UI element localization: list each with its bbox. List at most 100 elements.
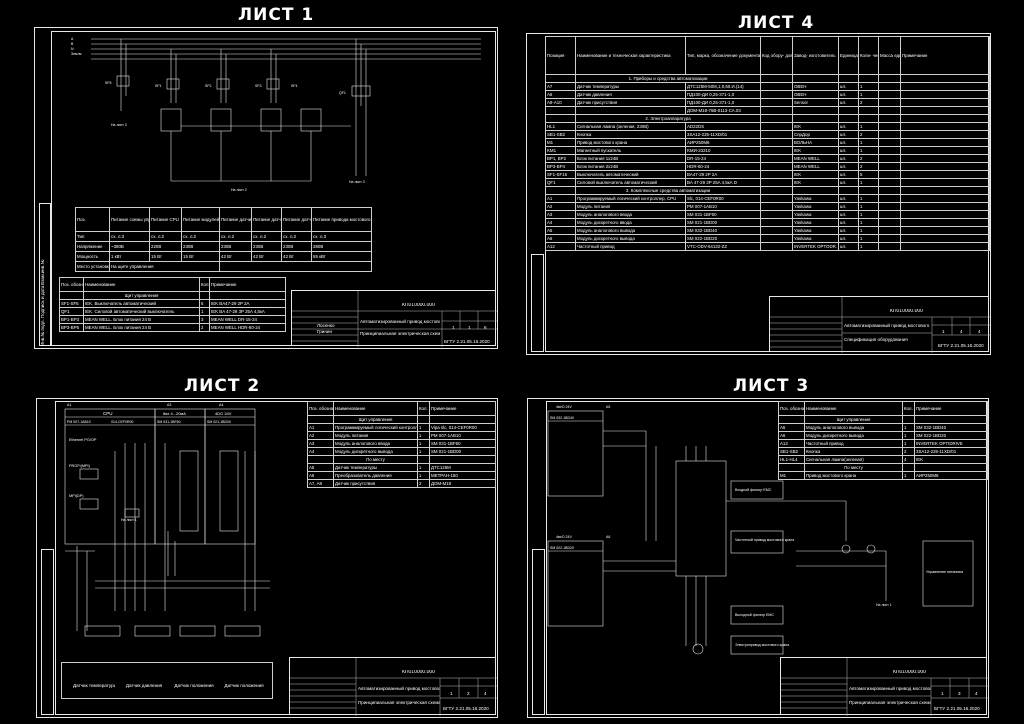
spec-cell: A2 [307,431,334,440]
equip-cell: A6 [545,90,576,99]
equip-cell: A4 [545,218,576,227]
power-table-cell: сх. л.3 [311,231,372,242]
equip-cell: шт. [838,218,859,227]
note-to-sheet1: На лист 1 [876,603,892,607]
spec-cell: QF1 [59,307,84,316]
equip-cell: Частотный привод [575,242,686,251]
equip-cell: A12 [545,242,576,251]
equip-cell: IEK [792,122,839,131]
spec-section: Щит управления [804,415,903,424]
sheet3-title-block: КП010000.000 Автоматизированный привод м… [780,657,988,716]
control-panel: Управление питанием [926,570,964,574]
equip-cell: 1 [858,138,879,147]
sheet2-schematic: CPU 8вх 4...20мА 4DO 24V A1 A3 A4 PM 007… [64,403,270,637]
spec-cell: 1 [199,307,210,316]
sheet2-title-block: КП010000.000 Автоматизированный привод м… [289,657,497,716]
do-block-label: 4DO 24V [215,411,232,416]
side-label: Инв.№ подл. [40,319,45,346]
sheet2-spec-table: Поз. обозна- чениеНаименованиеКол.Примеч… [307,401,496,488]
power-table-cell [219,261,372,272]
breaker-sf5: SF5 [105,81,111,85]
spec-cell: IEK BA 47-29 3P 25A 4,5кА [209,307,286,316]
equip-cell: HDR-60-24 [685,162,761,171]
equip-cell: Магнитный пускатель [575,146,686,155]
equip-cell: 1 [858,202,879,211]
spec-cell: Модуль дискретного вывода [804,431,903,440]
equip-cell: VTC-ODV-64132-ZZ [685,242,761,251]
sheet1-spec-table: Поз. обозна- чение Наименование Кол. При… [59,277,286,332]
power-table-cell: 42 Вт [251,251,282,262]
stamp-grid [292,291,497,347]
breaker-sf4: SF4 [291,84,297,88]
equip-cell: Yaskawa [792,194,839,203]
equip-cell: MEAN WELL [792,162,839,171]
port-mpi: MPI(DP) [69,494,84,498]
equip-cell: BP3-BP4 [545,162,576,171]
power-table-cell: сх. л.2 [251,231,282,242]
spec-cell: MEAN WELL HDR-60-24 [209,323,286,332]
sheet1-frame: A B N Земля SF5 SF1 SF2 SF3 SF4 QF1 На л… [34,27,498,349]
spec-header: Наименование [333,401,418,416]
sheet4-title: ЛИСТ 4 [738,13,815,33]
spec-cell: IEK [914,455,988,464]
power-table-cell: сх. л.2 [281,231,312,242]
equip-cell: Блок питания 1x24В [575,154,686,163]
spec-cell: MEAN WELL. Блок питания 24 В [83,323,200,332]
equip-cell: Модуль дискретного вывода [575,234,686,243]
port-ethernet: Ethernet PG/OP [69,438,97,442]
sheet3-side-strip [532,549,545,715]
equip-cell: Датчик давления [575,90,686,99]
power-table-header: Питание датчиков [281,207,312,232]
stamp-grid [781,658,988,716]
spec-cell: 1 [417,431,430,440]
equip-cell: INVERTEK OPTODR. [792,242,839,251]
breaker-sf3: SF3 [255,84,261,88]
spec-cell: Модуль питания [333,431,418,440]
equip-cell: Slc, 014-CEF0R00 [685,194,761,203]
equip-cell: 1 [858,226,879,235]
equip-cell: SM 032-1BD40 [685,226,761,235]
equip-cell: SM 031-1BF60 [685,210,761,219]
spec-cell: Датчик присутствия [333,479,418,488]
equip-cell: DR-15-24 [685,154,761,163]
equip-cell: шт. [838,90,859,99]
power-table-header: Питание CPU [149,207,182,232]
equip-cell: шт. [838,130,859,139]
equip-cell: 2 [858,154,879,163]
power-table-header: Питание датчиков [251,207,282,232]
equip-cell: шт. [838,154,859,163]
equip-cell: шт. [838,210,859,219]
equip-cell: 1 [858,194,879,203]
spec-cell: Модуль дискретного вывода [333,447,418,456]
spec-cell: MEAN WELL DR-15-24 [209,315,286,324]
spec-cell: Частотный привод [804,439,903,448]
equip-cell: 5 [858,170,879,179]
spec-cell: 4 [902,455,915,464]
power-table-cell: 220В [149,241,182,252]
equip-cell: SB1-SB2 [545,130,576,139]
spec-cell: Преобразователь давления [333,471,418,480]
spec-cell: Привод мостового крана [804,471,903,480]
equip-cell: 1 [858,178,879,187]
sheet1-title: ЛИСТ 1 [238,5,315,25]
equip-cell: шт. [838,234,859,243]
spec-cell: Сигнальная лампа(зеленая) [804,455,903,464]
bus-label-a: A [71,37,74,41]
equip-cell: ДТС125М-50М,1,0,60.И.(14) [685,82,761,91]
spec-cell: 1 [417,423,430,432]
equip-cell: ДОМ-М18-76В-0113-СА.03 [685,106,761,115]
equip-header: Тип, марка, обозначение документа опросн… [685,36,761,75]
power-table-header: Питание модулей [181,207,220,232]
equip-cell: A5 [545,226,576,235]
equip-section: 2. Электроаппаратура [575,114,761,123]
spec-section: Щит управления [333,415,418,424]
power-table-header: Питание схемы управления [109,207,150,232]
stamp-grid [290,658,497,716]
power-table-cell: сх. л.2 [149,231,182,242]
spec-cell: SM 021-1BD00 [429,447,496,456]
spec-header: Поз. обозна- чение [778,401,805,416]
cpu-model: PM 007-1AB10 [67,420,91,424]
stamp-grid [770,297,990,353]
spec-cell: 3 [199,315,210,324]
bus-label-b: B [71,42,74,46]
